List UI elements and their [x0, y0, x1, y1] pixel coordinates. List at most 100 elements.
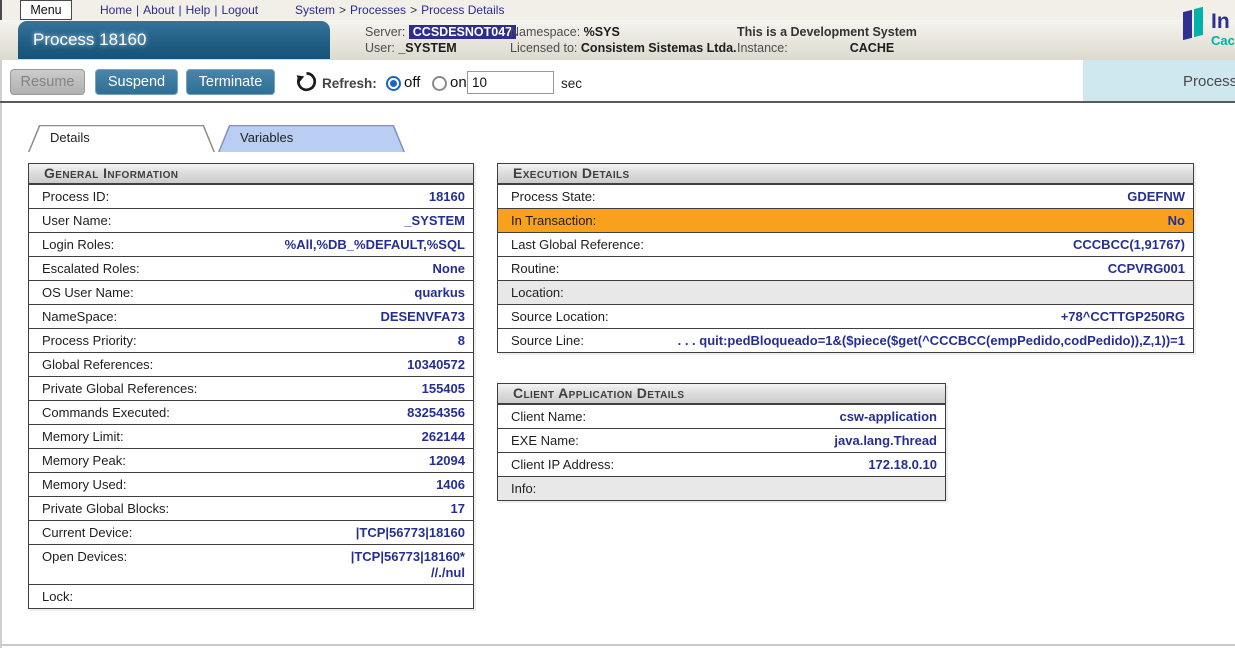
server-value: CCSDESNOT047: [409, 25, 516, 39]
namespace-info: Namespace: %SYS Licensed to: Consistem S…: [510, 24, 737, 56]
link-logout[interactable]: Logout: [221, 3, 258, 17]
table-row: Lock:: [29, 584, 473, 608]
execution-details-rows: Process State: GDEFNW In Transaction: No…: [498, 184, 1193, 352]
page-title: Process 18160: [18, 21, 330, 59]
row-label: OS User Name:: [42, 285, 134, 301]
table-row: Process State: GDEFNW: [498, 184, 1193, 208]
row-value: |TCP|56773|18160: [356, 525, 465, 541]
row-value: 10340572: [407, 357, 465, 373]
namespace-value: %SYS: [584, 25, 620, 39]
row-label: EXE Name:: [511, 433, 579, 449]
refresh-icon: [296, 71, 317, 97]
refresh-interval-input[interactable]: [467, 71, 554, 94]
row-label: Escalated Roles:: [42, 261, 140, 277]
general-information-title: General Information: [29, 164, 473, 184]
row-value: 17: [451, 501, 465, 517]
row-value: . . . quit:pedBloqueado=1&($piece($get(^…: [678, 333, 1185, 349]
row-label: Client IP Address:: [511, 457, 614, 473]
row-value: 155405: [422, 381, 465, 397]
client-application-details-title: Client Application Details: [498, 384, 945, 404]
link-separator: |: [210, 3, 221, 17]
breadcrumb-system[interactable]: System: [295, 3, 335, 17]
table-row: NameSpace: DESENVFA73: [29, 304, 473, 328]
refresh-on-radio[interactable]: [432, 76, 447, 91]
instance-value: CACHE: [850, 40, 894, 56]
server-info: Server: CCSDESNOT047 User: _SYSTEM: [365, 24, 516, 56]
table-row: OS User Name: quarkus: [29, 280, 473, 304]
instance-info: This is a Development System Instance: C…: [737, 24, 947, 56]
row-label: Process State:: [511, 189, 596, 205]
table-row: Memory Limit: 262144: [29, 424, 473, 448]
link-help[interactable]: Help: [186, 3, 211, 17]
table-row: Client Name: csw-application: [498, 404, 945, 428]
breadcrumb-separator: >: [406, 3, 421, 17]
table-row: Private Global Blocks: 17: [29, 496, 473, 520]
row-value: quarkus: [414, 285, 465, 301]
row-value: 172.18.0.10: [868, 457, 937, 473]
table-row: Private Global References: 155405: [29, 376, 473, 400]
table-row: Commands Executed: 83254356: [29, 400, 473, 424]
table-row: EXE Name: java.lang.Thread: [498, 428, 945, 452]
refresh-label: Refresh:: [322, 76, 377, 91]
row-value: 262144: [422, 429, 465, 445]
refresh-unit-label: sec: [561, 76, 582, 91]
row-value: 8: [458, 333, 465, 349]
breadcrumb-separator: >: [335, 3, 350, 17]
tab-details[interactable]: Details: [28, 125, 215, 152]
top-links: Home|About|Help|Logout: [100, 3, 258, 17]
table-row: Current Device: |TCP|56773|18160: [29, 520, 473, 544]
resume-button[interactable]: Resume: [10, 69, 85, 95]
execution-details-title: Execution Details: [498, 164, 1193, 184]
row-value: java.lang.Thread: [834, 433, 937, 449]
table-row: Escalated Roles: None: [29, 256, 473, 280]
row-value: 83254356: [407, 405, 465, 421]
breadcrumb: System>Processes>Process Details: [295, 3, 504, 17]
row-value: +78^CCTTGP250RG: [1061, 309, 1185, 325]
table-row: In Transaction: No: [498, 208, 1193, 232]
breadcrumb-processes[interactable]: Processes: [350, 3, 406, 17]
menu-button[interactable]: Menu: [20, 0, 72, 20]
row-value: csw-application: [839, 409, 937, 425]
general-information-panel: General Information Process ID: 18160 Us…: [28, 163, 474, 609]
terminate-button[interactable]: Terminate: [186, 69, 275, 95]
intersystems-cache-logo: In Cac: [1183, 6, 1235, 56]
namespace-label: Namespace:: [510, 25, 580, 39]
execution-details-panel: Execution Details Process State: GDEFNW …: [497, 163, 1194, 353]
suspend-button[interactable]: Suspend: [95, 69, 178, 95]
row-value: 12094: [429, 453, 465, 469]
table-row: Open Devices: |TCP|56773|18160* //./nul: [29, 544, 473, 584]
licensed-value: Consistem Sistemas Ltda.: [581, 41, 737, 55]
user-label: User:: [365, 41, 395, 55]
row-label: In Transaction:: [511, 213, 596, 229]
row-value: CCCBCC(1,91767): [1073, 237, 1185, 253]
logo-mark-icon: [1183, 8, 1209, 42]
table-row: Source Location: +78^CCTTGP250RG: [498, 304, 1193, 328]
row-label: Lock:: [42, 589, 73, 605]
client-application-details-rows: Client Name: csw-application EXE Name: j…: [498, 404, 945, 500]
refresh-off-label[interactable]: off: [404, 74, 420, 91]
row-label: Commands Executed:: [42, 405, 170, 421]
link-home[interactable]: Home: [100, 3, 132, 17]
row-label: Global References:: [42, 357, 153, 373]
row-value: GDEFNW: [1127, 189, 1185, 205]
link-separator: |: [132, 3, 143, 17]
table-row: Process Priority: 8: [29, 328, 473, 352]
row-value: _SYSTEM: [404, 213, 465, 229]
tab-variables-label: Variables: [240, 125, 293, 151]
refresh-off-radio[interactable]: [386, 76, 401, 91]
table-row: Last Global Reference: CCCBCC(1,91767): [498, 232, 1193, 256]
table-row: Info:: [498, 476, 945, 500]
table-row: Memory Peak: 12094: [29, 448, 473, 472]
table-row: Global References: 10340572: [29, 352, 473, 376]
link-about[interactable]: About: [143, 3, 174, 17]
breadcrumb-current: Process Details: [421, 3, 504, 17]
logo-text-bottom: Cac: [1211, 33, 1235, 48]
refresh-on-label[interactable]: on: [450, 74, 467, 91]
tab-variables[interactable]: Variables: [218, 125, 405, 152]
licensed-label: Licensed to:: [510, 41, 577, 55]
tab-details-label: Details: [50, 125, 90, 151]
row-value: 1406: [436, 477, 465, 493]
page-badge-text: Process Details: [1183, 73, 1235, 90]
toolbar-divider: [0, 101, 1235, 103]
row-label: Routine:: [511, 261, 559, 277]
